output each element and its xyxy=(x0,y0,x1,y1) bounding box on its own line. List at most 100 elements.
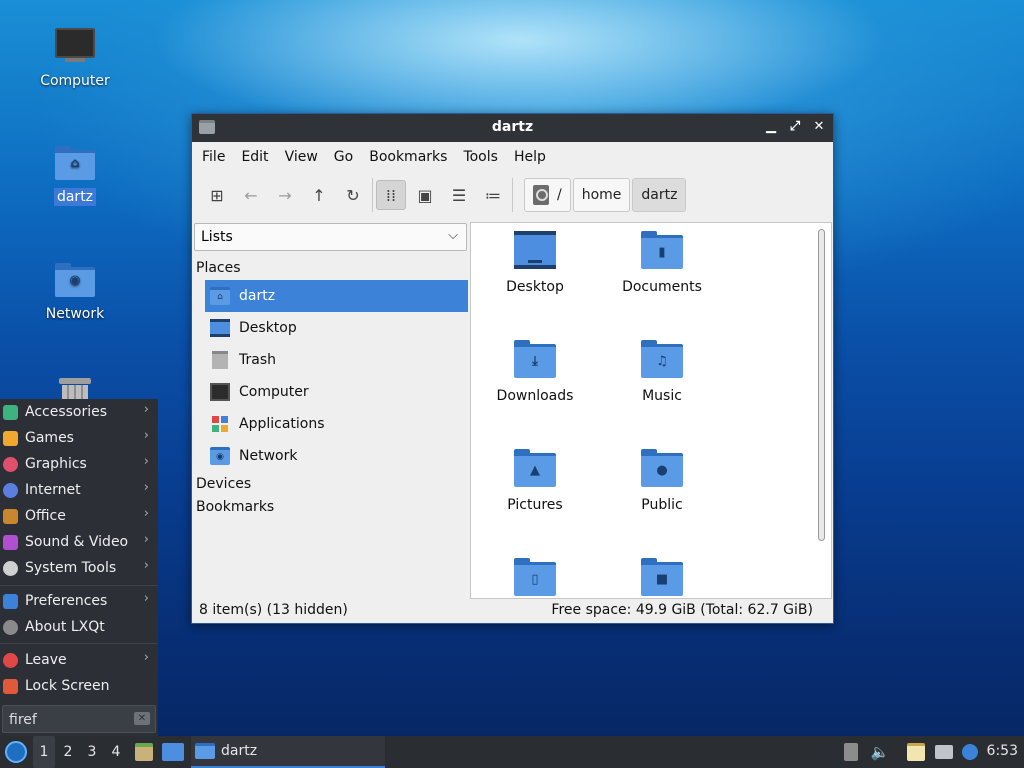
file-item[interactable]: ■ xyxy=(602,558,722,598)
network-folder-icon: ◉ xyxy=(210,447,230,465)
breadcrumb-home[interactable]: home xyxy=(572,178,631,212)
menu-separator xyxy=(0,643,158,644)
close-button[interactable]: ✕ xyxy=(811,118,827,136)
speaker-icon: 🔈 xyxy=(870,743,890,761)
taskbar: 1 2 3 4 dartz 🔈 6:53 xyxy=(0,736,1024,768)
menu-item-internet[interactable]: Internet › xyxy=(0,477,158,503)
breadcrumb-dartz[interactable]: dartz xyxy=(632,178,687,212)
workspace-3[interactable]: 3 xyxy=(81,736,103,768)
place-item-network[interactable]: ◉ Network xyxy=(205,440,468,472)
file-item[interactable]: ▮ Documents xyxy=(602,231,722,295)
home-folder-icon: ⌂ xyxy=(53,140,97,184)
menu-item-label: Preferences xyxy=(25,593,108,609)
menu-item-system-tools[interactable]: System Tools › xyxy=(0,555,158,581)
file-item[interactable]: Desktop xyxy=(475,231,595,295)
menu-tools[interactable]: Tools xyxy=(455,149,506,165)
thumbnail-view-icon[interactable]: ▣ xyxy=(410,180,440,210)
start-menu-button[interactable] xyxy=(4,736,28,768)
workspace-2[interactable]: 2 xyxy=(57,736,79,768)
internet-icon xyxy=(3,483,18,498)
place-item-trash[interactable]: Trash xyxy=(205,344,468,376)
file-item[interactable]: ▲ Pictures xyxy=(475,449,595,513)
file-view[interactable]: Desktop ▮ Documents ⤓ Downloads ♫ Music … xyxy=(470,222,832,599)
icon-view-icon[interactable]: ⁞⁞ xyxy=(376,180,406,210)
workspace-4[interactable]: 4 xyxy=(105,736,127,768)
side-pane-mode-select[interactable]: Lists ⌵ xyxy=(194,223,467,251)
menu-item-about[interactable]: About LXQt xyxy=(0,614,158,640)
videos-folder-icon: ■ xyxy=(641,558,683,598)
menu-item-graphics[interactable]: Graphics › xyxy=(0,451,158,477)
toolbar-separator xyxy=(372,178,373,212)
file-item[interactable]: ● Public xyxy=(602,449,722,513)
wired-network-icon xyxy=(935,745,953,759)
volume-button[interactable]: 🔈 xyxy=(870,736,890,768)
menu-item-sound-video[interactable]: Sound & Video › xyxy=(0,529,158,555)
breadcrumb-root[interactable]: / xyxy=(524,178,571,212)
menu-item-lock-screen[interactable]: Lock Screen xyxy=(0,673,158,699)
place-label: Network xyxy=(239,448,298,464)
reload-icon[interactable]: ↻ xyxy=(338,180,368,210)
eject-button[interactable] xyxy=(842,736,860,768)
bookmarks-header[interactable]: Bookmarks xyxy=(196,499,274,515)
desktop-icon-home[interactable]: ⌂ dartz xyxy=(27,140,123,206)
menu-item-label: Lock Screen xyxy=(25,678,110,694)
network-status-button[interactable] xyxy=(934,736,954,768)
task-button-dartz[interactable]: dartz xyxy=(191,736,385,768)
file-item[interactable]: ▯ xyxy=(475,558,595,598)
office-icon xyxy=(3,509,18,524)
menu-go[interactable]: Go xyxy=(326,149,361,165)
show-desktop-button[interactable] xyxy=(161,736,185,768)
window-titlebar[interactable]: dartz ▁ ⤢ ✕ xyxy=(192,114,833,142)
place-item-home[interactable]: ⌂ dartz xyxy=(205,280,468,312)
file-item-label: Downloads xyxy=(496,388,574,404)
accessories-icon xyxy=(3,405,18,420)
devices-header[interactable]: Devices xyxy=(196,476,251,492)
menu-item-accessories[interactable]: Accessories › xyxy=(0,399,158,425)
file-item[interactable]: ⤓ Downloads xyxy=(475,340,595,404)
menu-item-label: System Tools xyxy=(25,560,117,576)
file-item[interactable]: ♫ Music xyxy=(602,340,722,404)
sound-video-icon xyxy=(3,535,18,550)
vertical-scrollbar[interactable] xyxy=(818,229,825,541)
place-label: dartz xyxy=(239,288,276,304)
compact-view-icon[interactable]: ☰ xyxy=(444,180,474,210)
menu-help[interactable]: Help xyxy=(506,149,554,165)
window-title: dartz xyxy=(491,119,534,135)
notifications-button[interactable] xyxy=(960,736,980,768)
menu-item-label: About LXQt xyxy=(25,619,105,635)
new-tab-icon[interactable]: ⊞ xyxy=(202,180,232,210)
menu-edit[interactable]: Edit xyxy=(233,149,276,165)
menu-bookmarks[interactable]: Bookmarks xyxy=(361,149,455,165)
menu-item-preferences[interactable]: Preferences › xyxy=(0,588,158,614)
lock-icon xyxy=(3,679,18,694)
side-pane: Lists ⌵ Places ⌂ dartz Desktop Trash Com… xyxy=(193,222,468,597)
power-icon xyxy=(3,653,18,668)
up-arrow-icon[interactable]: ↑ xyxy=(304,180,334,210)
workspace-1[interactable]: 1 xyxy=(33,736,55,768)
menu-item-games[interactable]: Games › xyxy=(0,425,158,451)
menu-item-label: Office xyxy=(25,508,66,524)
desktop-icon-network[interactable]: ◉ Network xyxy=(27,257,123,323)
minimize-button[interactable]: ▁ xyxy=(763,118,779,136)
back-arrow-icon[interactable]: ← xyxy=(236,180,266,210)
menu-search-input[interactable] xyxy=(9,710,127,730)
file-manager-launcher[interactable] xyxy=(133,736,155,768)
forward-arrow-icon[interactable]: → xyxy=(270,180,300,210)
menu-view[interactable]: View xyxy=(277,149,326,165)
place-item-desktop[interactable]: Desktop xyxy=(205,312,468,344)
chevron-right-icon: › xyxy=(143,650,149,665)
place-label: Applications xyxy=(239,416,325,432)
detailed-list-view-icon[interactable]: ≔ xyxy=(478,180,508,210)
clock[interactable]: 6:53 xyxy=(987,743,1018,759)
menu-item-leave[interactable]: Leave › xyxy=(0,647,158,673)
place-item-applications[interactable]: Applications xyxy=(205,408,468,440)
menu-file[interactable]: File xyxy=(194,149,233,165)
place-item-computer[interactable]: Computer xyxy=(205,376,468,408)
clear-search-icon[interactable]: ✕ xyxy=(134,712,150,725)
desktop-icon-computer[interactable]: Computer xyxy=(27,24,123,90)
clipboard-button[interactable] xyxy=(906,736,926,768)
applications-icon xyxy=(210,415,230,433)
maximize-button[interactable]: ⤢ xyxy=(787,118,803,136)
menu-item-office[interactable]: Office › xyxy=(0,503,158,529)
computer-icon xyxy=(53,24,97,68)
